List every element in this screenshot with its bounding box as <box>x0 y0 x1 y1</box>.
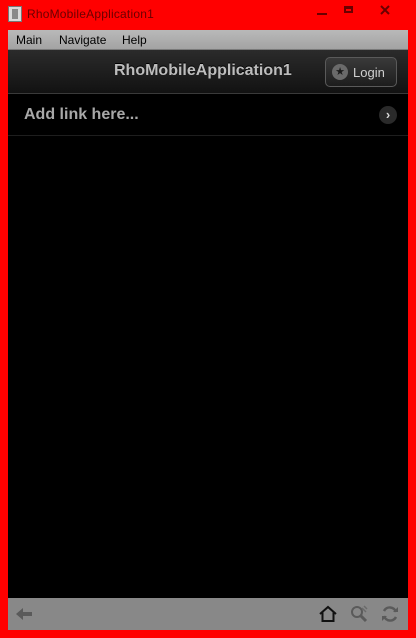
close-button[interactable] <box>374 3 396 17</box>
login-label: Login <box>353 65 385 80</box>
maximize-icon <box>344 6 353 13</box>
maximize-button[interactable] <box>338 3 360 17</box>
menu-main[interactable]: Main <box>16 33 42 47</box>
window-title: RhoMobileApplication1 <box>27 7 154 21</box>
bottom-toolbar <box>8 598 408 630</box>
list-item-label: Add link here... <box>24 106 139 123</box>
list-item-add-link[interactable]: Add link here... › <box>8 94 408 136</box>
app-icon <box>8 6 22 22</box>
menu-help[interactable]: Help <box>122 33 147 47</box>
home-icon[interactable] <box>318 604 338 624</box>
login-button[interactable]: ★ Login <box>325 57 397 87</box>
close-icon <box>380 5 390 15</box>
window-title-bar[interactable]: RhoMobileApplication1 <box>0 0 416 30</box>
menu-bar: Main Navigate Help <box>8 30 408 50</box>
minimize-icon <box>317 13 327 15</box>
app-client-area: Main Navigate Help RhoMobileApplication1… <box>8 30 408 630</box>
minimize-button[interactable] <box>311 3 333 17</box>
back-arrow-icon[interactable] <box>14 604 34 624</box>
refresh-icon[interactable] <box>380 604 400 624</box>
chevron-right-icon: › <box>379 106 397 124</box>
page-title: RhoMobileApplication1 <box>114 62 292 79</box>
menu-navigate[interactable]: Navigate <box>59 33 106 47</box>
star-icon: ★ <box>332 64 348 80</box>
zoom-tool-icon[interactable] <box>349 604 369 624</box>
page-header: RhoMobileApplication1 ★ Login <box>8 50 408 94</box>
